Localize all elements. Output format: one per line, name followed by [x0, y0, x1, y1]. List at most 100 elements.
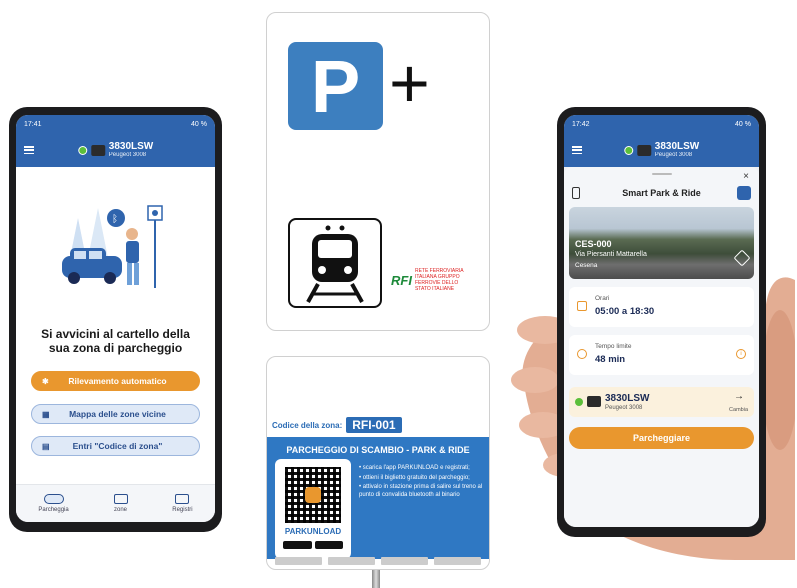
person-at-sign-illustration: ᛒ: [62, 205, 163, 288]
zone-code-label: Codice della zona:: [272, 420, 343, 430]
rfi-mark: RFI: [391, 272, 412, 288]
sign-pole: [372, 570, 380, 588]
auto-detect-button[interactable]: ✱ Rilevamento automatico: [31, 371, 200, 391]
status-dot-icon: [575, 398, 583, 406]
nav-registri[interactable]: Registri: [172, 494, 193, 513]
zone-code-row: Codice della zona: RFI-001: [272, 417, 402, 433]
change-vehicle-link[interactable]: Cambia: [729, 407, 748, 413]
parking-p-sign: P: [288, 42, 383, 130]
app-store-icon: [314, 541, 343, 549]
arrow-right-icon: →: [734, 391, 744, 402]
directions-icon[interactable]: [733, 249, 751, 267]
zone-photo: CES-000 Via Piersanti Mattarella Cesena: [569, 207, 754, 279]
bluetooth-icon: ✱: [42, 376, 49, 386]
qr-card: PARKUNLOAD: [275, 459, 351, 559]
receipt-icon: [175, 494, 190, 504]
app-logo-icon: [305, 487, 321, 503]
instructions-panel: PARCHEGGIO DI SCAMBIO - PARK & RIDE PARK…: [267, 437, 489, 559]
park-button[interactable]: Parcheggiare: [569, 427, 754, 449]
svg-text:ᛒ: ᛒ: [112, 214, 118, 225]
car-icon: [636, 144, 651, 156]
clock-icon: [577, 349, 587, 359]
status-bar: 17:41 40 %: [16, 115, 215, 133]
instruction-list: scarica l'app PARKUNLOAD e registrati; o…: [359, 465, 483, 501]
instruction-item: attivalo in stazione prima di salire sul…: [359, 484, 483, 499]
rfi-logo: RFI RETE FERROVIARIA ITALIANA GRUPPO FER…: [391, 268, 473, 292]
zone-code-value: RFI-001: [346, 417, 402, 433]
right-phone: 17:42 40 % 3830LSW Peugeot 3008 × Smart …: [557, 107, 766, 537]
status-battery: 40 %: [191, 120, 207, 128]
auto-detect-label: Rilevamento automatico: [68, 376, 167, 386]
time-limit-value: 48 min: [595, 354, 626, 365]
close-icon[interactable]: ×: [743, 171, 749, 182]
zone-code: CES-000: [575, 239, 612, 249]
sheet-title: Smart Park & Ride: [622, 188, 701, 198]
google-play-icon: [283, 541, 312, 549]
train-icon: [288, 218, 382, 308]
zone-code-sign: Codice della zona: RFI-001 PARCHEGGIO DI…: [266, 356, 490, 570]
time-limit-card: Tempo limite 48 min i: [569, 335, 754, 375]
parkunload-logo: PARKUNLOAD: [284, 527, 342, 536]
zone-bottom-sheet: × Smart Park & Ride CES-000 Via Piersant…: [564, 167, 759, 527]
status-bar: 17:42 40 %: [564, 115, 759, 133]
instruction-item: scarica l'app PARKUNLOAD e registrati;: [359, 465, 483, 473]
vehicle-card[interactable]: 3830LSW Peugeot 3008 → Cambia: [569, 387, 754, 417]
right-phone-screen: 17:42 40 % 3830LSW Peugeot 3008 × Smart …: [564, 115, 759, 527]
hours-card: Orari 05:00 a 18:30: [569, 287, 754, 327]
map-icon: ▦: [42, 409, 50, 419]
nav-zone[interactable]: zone: [113, 494, 128, 513]
vehicle-plate: 3830LSW: [654, 140, 700, 152]
vehicle-plate: 3830LSW: [108, 140, 154, 152]
plus-symbol: +: [389, 44, 430, 122]
left-phone-screen: 17:41 40 % 3830LSW Peugeot 3008 ᛒ Si avv…: [16, 115, 215, 522]
hours-value: 05:00 a 18:30: [595, 306, 655, 317]
status-dot-icon: [623, 145, 633, 155]
instruction-heading: Si avvicini al cartello della sua zona d…: [41, 327, 190, 355]
menu-icon[interactable]: [24, 146, 34, 154]
menu-icon[interactable]: [572, 146, 582, 154]
map-icon: [113, 494, 128, 504]
calendar-icon: [577, 301, 587, 311]
bottom-nav: Parcheggia zone Registri: [16, 484, 215, 522]
nearby-zones-map-button[interactable]: ▦ Mappa delle zone vicine: [31, 404, 200, 424]
sheet-header: Smart Park & Ride: [569, 185, 754, 201]
store-badges: [283, 541, 343, 549]
vehicle-model: Peugeot 3008: [654, 151, 693, 158]
car-icon: [587, 396, 601, 407]
vehicle-card-plate: 3830LSW: [605, 393, 650, 404]
partner-logo-icon: [328, 557, 375, 565]
vehicle-selector[interactable]: 3830LSW Peugeot 3008: [623, 140, 700, 159]
info-icon[interactable]: i: [736, 349, 746, 359]
nav-parcheggia-label: Parcheggia: [38, 507, 69, 513]
partner-logos: [275, 557, 481, 565]
drag-handle[interactable]: [651, 173, 672, 175]
panel-title: PARCHEGGIO DI SCAMBIO - PARK & RIDE: [286, 445, 470, 455]
left-phone: 17:41 40 % 3830LSW Peugeot 3008 ᛒ Si avv…: [9, 107, 222, 532]
train-icon: [737, 186, 751, 200]
vehicle-model: Peugeot 3008: [108, 151, 147, 158]
phone-icon: [572, 187, 580, 199]
keypad-icon: ▤: [42, 441, 50, 451]
vehicle-card-model: Peugeot 3008: [605, 405, 643, 411]
status-time: 17:42: [572, 120, 590, 128]
partner-logo-icon: [381, 557, 428, 565]
parking-icon: [43, 494, 64, 504]
partner-logo-icon: [275, 557, 322, 565]
park-and-ride-sign: P + RFI RETE FERROVIARIA ITALIANA GRUPPO…: [266, 12, 490, 331]
hours-label: Orari: [595, 295, 610, 302]
status-battery: 40 %: [735, 120, 751, 128]
car-icon: [90, 144, 105, 156]
zone-city: Cesena: [575, 262, 598, 269]
time-limit-label: Tempo limite: [595, 343, 632, 350]
zone-address: Via Piersanti Mattarella: [575, 251, 647, 258]
nav-parcheggia[interactable]: Parcheggia: [38, 494, 69, 513]
rfi-text: RETE FERROVIARIA ITALIANA GRUPPO FERROVI…: [414, 268, 464, 292]
app-bar: 3830LSW Peugeot 3008: [564, 133, 759, 167]
enter-zone-code-button[interactable]: ▤ Entri "Codice di zona": [31, 436, 200, 456]
instruction-item: ottieni il biglietto gratuito del parche…: [359, 475, 483, 483]
enter-zone-code-label: Entri "Codice di zona": [72, 441, 163, 451]
partner-logo-icon: [434, 557, 481, 565]
status-dot-icon: [77, 145, 87, 155]
vehicle-selector[interactable]: 3830LSW Peugeot 3008: [77, 140, 154, 159]
nav-zone-label: zone: [113, 507, 127, 513]
